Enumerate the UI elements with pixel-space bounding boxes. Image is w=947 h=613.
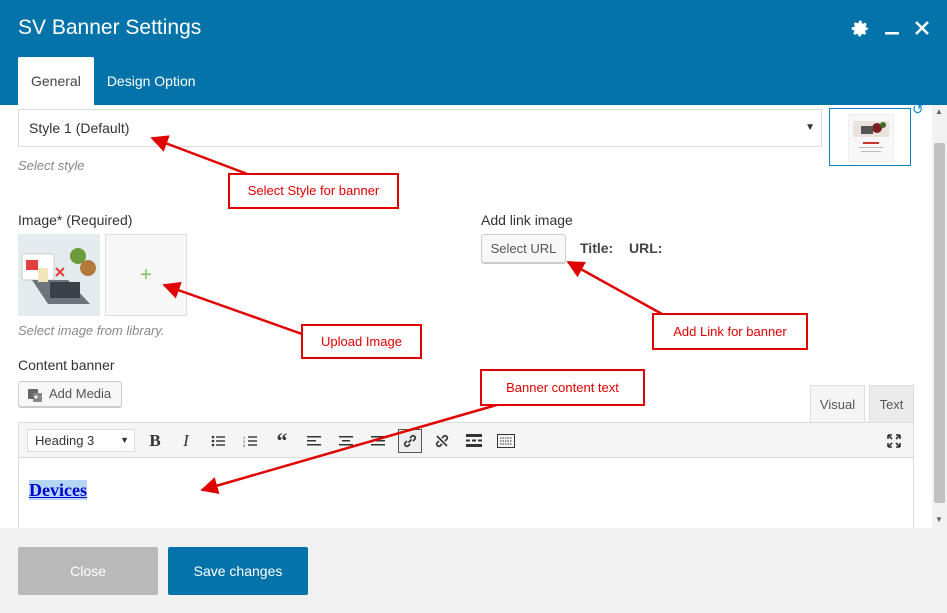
add-media-icon	[28, 389, 42, 402]
annotation-select-style: Select Style for banner	[228, 173, 399, 209]
bullet-list-icon[interactable]	[206, 429, 230, 453]
tab-general[interactable]: General	[18, 57, 94, 105]
link-label: Add link image	[481, 212, 573, 228]
vertical-scrollbar[interactable]: ▲ ▼	[932, 105, 947, 528]
content-editor[interactable]: Devices	[18, 458, 914, 528]
link-icon[interactable]	[398, 429, 422, 453]
editor-toolbar: Heading 3 ▼ B I 123 “	[18, 422, 914, 458]
editor-heading-link[interactable]: Devices	[29, 480, 87, 500]
selected-image[interactable]	[18, 234, 100, 316]
fullscreen-icon[interactable]	[882, 429, 906, 453]
chevron-down-icon: ▼	[805, 122, 815, 133]
scroll-down-icon[interactable]: ▼	[935, 515, 943, 524]
editor-heading[interactable]: Devices	[29, 480, 87, 501]
close-icon[interactable]	[913, 19, 931, 37]
align-right-icon[interactable]	[366, 429, 390, 453]
numbered-list-icon[interactable]: 123	[238, 429, 262, 453]
align-center-icon[interactable]	[334, 429, 358, 453]
modal-header: SV Banner Settings General Design Option	[0, 0, 947, 105]
style-preview-thumbnail[interactable]	[829, 108, 911, 166]
tab-visual[interactable]: Visual	[810, 385, 865, 422]
format-select-value: Heading 3	[35, 433, 95, 448]
tab-design-option[interactable]: Design Option	[94, 57, 209, 105]
link-url-label: URL:	[629, 240, 663, 256]
italic-icon[interactable]: I	[174, 429, 198, 453]
thumbnail-image	[848, 114, 894, 162]
unlink-icon[interactable]	[430, 429, 454, 453]
window-controls	[849, 17, 931, 39]
plus-icon: +	[140, 264, 152, 286]
annotation-add-link: Add Link for banner	[652, 313, 808, 350]
tab-text[interactable]: Text	[869, 385, 914, 422]
annotation-upload-image: Upload Image	[301, 324, 422, 359]
blockquote-icon[interactable]: “	[270, 428, 294, 453]
style-hint: Select style	[18, 158, 85, 173]
minimize-icon[interactable]	[883, 19, 901, 37]
modal-title: SV Banner Settings	[18, 16, 202, 39]
add-media-button[interactable]: Add Media	[18, 381, 122, 407]
align-left-icon[interactable]	[302, 429, 326, 453]
save-changes-button[interactable]: Save changes	[168, 547, 308, 595]
link-title-label: Title:	[580, 240, 614, 256]
style-select-value: Style 1 (Default)	[29, 120, 130, 136]
bold-icon[interactable]: B	[143, 429, 167, 453]
add-image-button[interactable]: +	[105, 234, 187, 316]
scroll-thumb[interactable]	[934, 143, 945, 503]
image-label: Image* (Required)	[18, 212, 133, 228]
scroll-up-icon[interactable]: ▲	[935, 107, 943, 116]
read-more-icon[interactable]	[462, 429, 486, 453]
gear-icon[interactable]	[849, 17, 871, 39]
format-select[interactable]: Heading 3 ▼	[27, 429, 135, 452]
image-hint: Select image from library.	[18, 323, 165, 338]
annotation-content-text: Banner content text	[480, 369, 645, 406]
tab-bar: General Design Option	[18, 57, 209, 105]
svg-text:3: 3	[243, 443, 246, 447]
add-media-label: Add Media	[49, 386, 112, 401]
chevron-down-icon: ▼	[120, 435, 129, 445]
select-url-button[interactable]: Select URL	[481, 234, 566, 263]
toolbar-toggle-icon[interactable]	[494, 429, 518, 453]
content-label: Content banner	[18, 357, 115, 373]
close-button[interactable]: Close	[18, 547, 158, 595]
refresh-icon[interactable]: ↺	[912, 105, 924, 118]
style-select[interactable]: Style 1 (Default) ▼	[18, 109, 822, 147]
modal-footer: Close Save changes	[0, 528, 947, 613]
